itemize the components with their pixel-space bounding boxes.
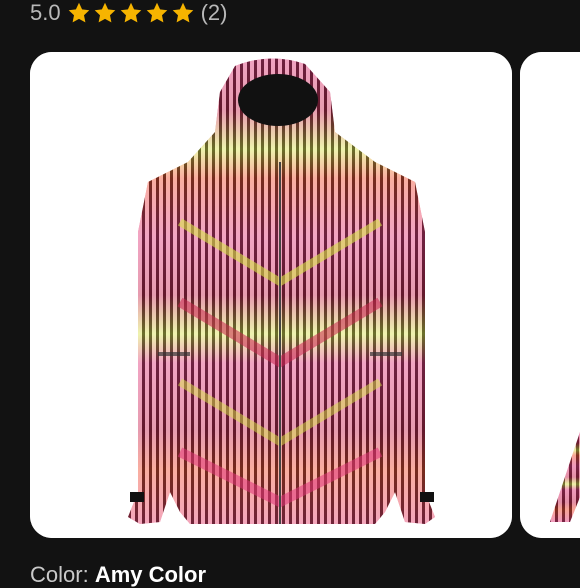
star-icon [171, 1, 195, 25]
star-icon [145, 1, 169, 25]
product-image-next[interactable] [520, 52, 580, 538]
product-image-carousel[interactable] [30, 52, 580, 538]
star-icon [93, 1, 117, 25]
color-label: Color: [30, 562, 89, 587]
rating-summary: 5.0 (2) [30, 0, 227, 28]
color-value: Amy Color [94, 562, 207, 587]
review-count[interactable]: (2) [201, 0, 228, 26]
star-icon [67, 1, 91, 25]
color-selection: Color: Amy Color [30, 562, 206, 588]
star-icon [119, 1, 143, 25]
striped-snowboard-jacket-photo [30, 52, 512, 538]
jacket-photo-partial [520, 52, 580, 538]
star-rating [67, 1, 195, 25]
rating-score: 5.0 [30, 0, 61, 25]
product-image-main[interactable] [30, 52, 512, 538]
